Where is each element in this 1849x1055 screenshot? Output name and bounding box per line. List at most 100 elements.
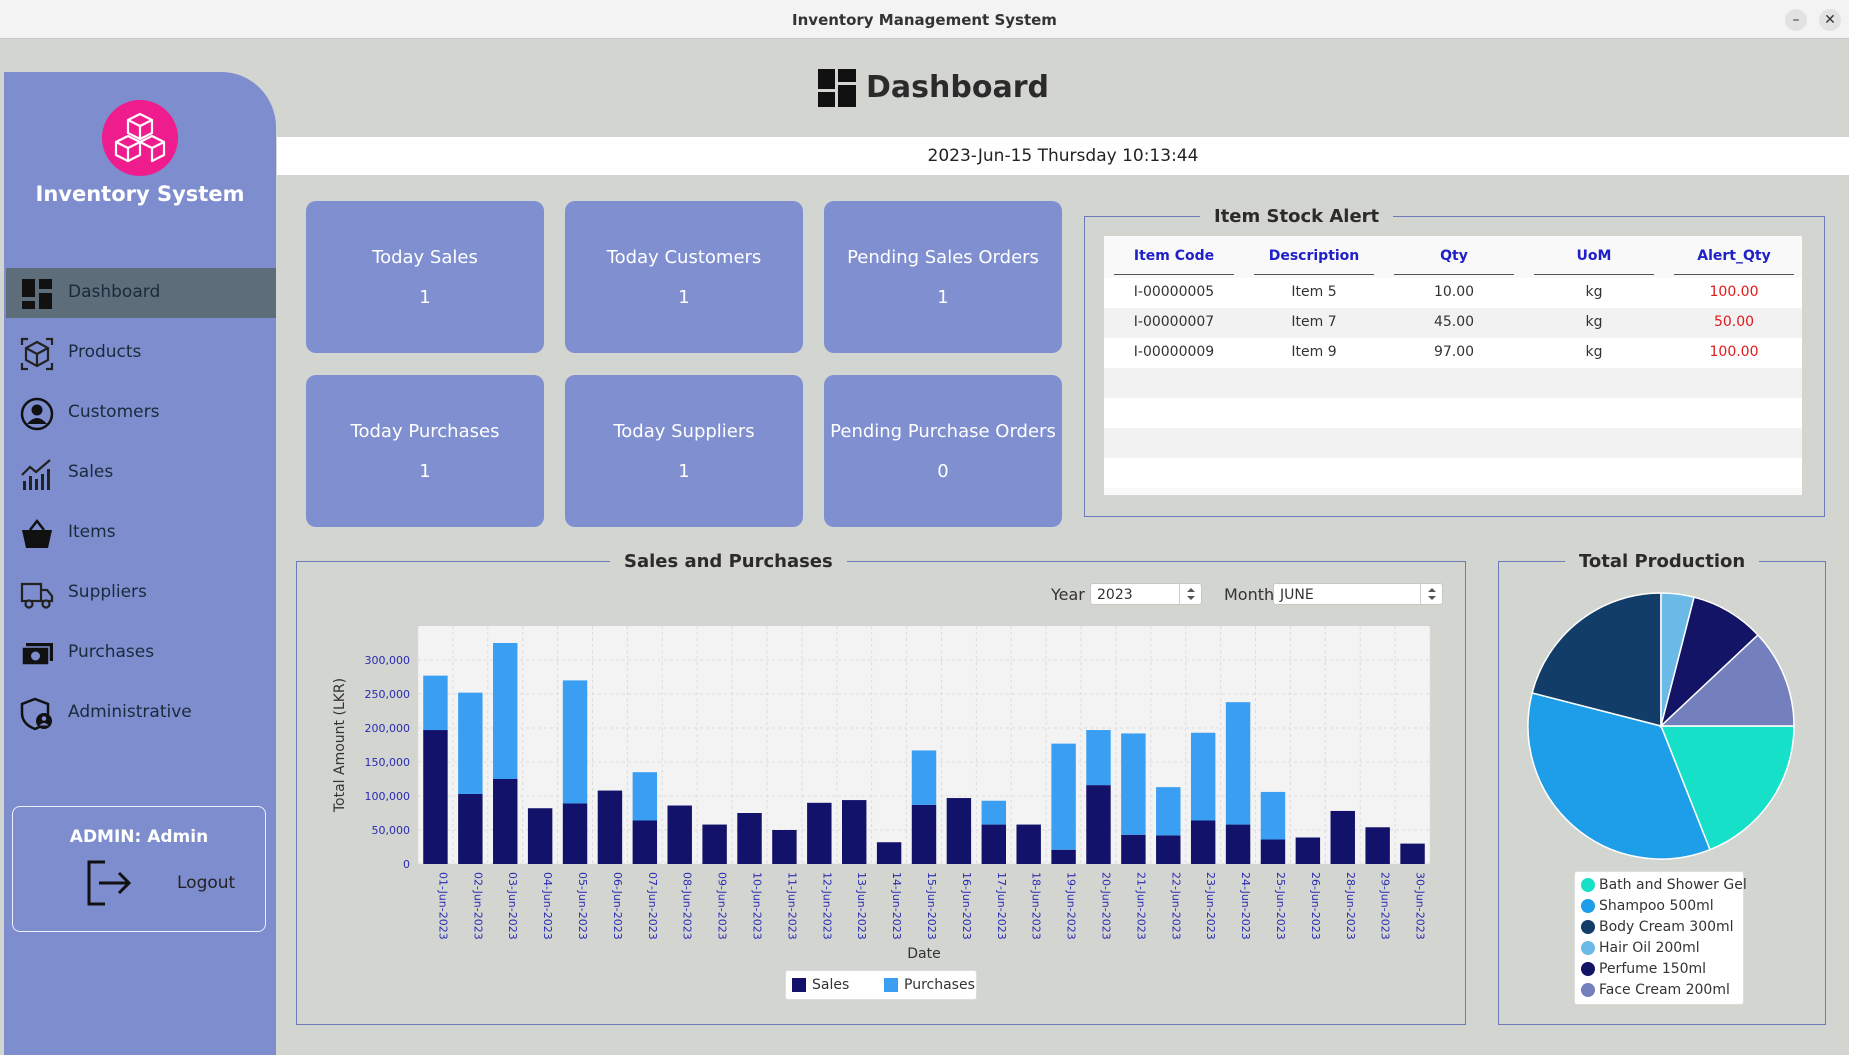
column-header-item-code[interactable]: Item Code [1114, 248, 1234, 275]
bar-purchases [1190, 732, 1216, 821]
sales-purchases-chart: 0 50,000 100,000 150,000 200,000 250,000 300,0… [332, 626, 1431, 962]
bar-sales [458, 793, 483, 864]
x-tick-label: 22-Jun-2023 [1169, 872, 1182, 940]
x-tick-label: 24-Jun-2023 [1239, 872, 1252, 940]
logout-icon[interactable] [85, 859, 133, 907]
column-header-alert-qty[interactable]: Alert_Qty [1674, 248, 1794, 275]
legend-dot [1581, 941, 1595, 955]
sidebar-item-items[interactable]: Items [6, 508, 276, 558]
month-spinner-arrows[interactable] [1420, 583, 1442, 605]
x-tick-label: 20-Jun-2023 [1099, 872, 1112, 940]
bar-purchases [1086, 730, 1111, 786]
cell-qty: 97.00 [1433, 344, 1475, 360]
x-tick-label: 03-Jun-2023 [506, 872, 519, 940]
sidebar-item-products[interactable]: Products [6, 328, 276, 378]
sidebar-item-suppliers[interactable]: Suppliers [6, 568, 276, 618]
year-label: Year [1051, 585, 1085, 604]
bar-sales [807, 802, 832, 864]
close-button[interactable]: ✕ [1819, 9, 1841, 31]
card-pending-sales-orders[interactable]: Pending Sales Orders 1 [824, 201, 1062, 353]
bar-sales [1190, 820, 1216, 864]
card-today-purchases[interactable]: Today Purchases 1 [306, 375, 544, 527]
user-circle-icon [20, 397, 54, 431]
card-pending-purchase-orders[interactable]: Pending Purchase Orders 0 [824, 375, 1062, 527]
minimize-button[interactable]: – [1785, 9, 1807, 31]
dashboard-icon [818, 69, 856, 107]
column-header-uom[interactable]: UoM [1534, 248, 1654, 275]
legend-dot [1581, 920, 1595, 934]
x-tick-label: 11-Jun-2023 [785, 872, 798, 940]
card-title: Today Customers [606, 247, 762, 268]
bar-sales [1365, 827, 1390, 864]
admin-user-label: ADMIN: Admin [69, 827, 209, 847]
shield-user-icon [20, 697, 52, 731]
x-tick-label: 08-Jun-2023 [681, 872, 694, 940]
y-tick-label: 100,000 [365, 790, 411, 803]
card-value: 1 [678, 287, 690, 308]
sidebar-item-sales[interactable]: Sales [6, 448, 276, 498]
cube-icon [20, 337, 54, 371]
pie-legend-label: Hair Oil 200ml [1599, 940, 1700, 956]
x-axis-label: Date [907, 946, 940, 962]
sidebar-item-administrative[interactable]: Administrative [6, 688, 276, 738]
sidebar-item-label: Sales [68, 462, 114, 482]
month-spinner-value[interactable]: JUNE [1273, 583, 1443, 605]
month-label: Month [1224, 585, 1275, 604]
x-tick-label: 23-Jun-2023 [1204, 872, 1217, 940]
table-row-empty [1104, 368, 1802, 398]
bar-sales [667, 805, 692, 864]
cell-alert-qty: 100.00 [1709, 344, 1759, 360]
card-today-sales[interactable]: Today Sales 1 [306, 201, 544, 353]
table-row-empty [1104, 428, 1802, 458]
x-tick-label: 26-Jun-2023 [1309, 872, 1322, 940]
bar-sales [1086, 785, 1111, 864]
table-row[interactable]: I-00000009 Item 9 97.00 kg 100.00 [1104, 338, 1802, 368]
legend-label-sales: Sales [812, 977, 850, 993]
x-tick-label: 29-Jun-2023 [1379, 872, 1392, 940]
table-row[interactable]: I-00000005 Item 5 10.00 kg 100.00 [1104, 278, 1802, 308]
card-title: Pending Sales Orders [847, 247, 1039, 268]
sidebar: Inventory System Dashboard Products Cust… [4, 72, 276, 1055]
card-today-customers[interactable]: Today Customers 1 [565, 201, 803, 353]
x-tick-label: 25-Jun-2023 [1274, 872, 1287, 940]
table-row[interactable]: I-00000007 Item 7 45.00 kg 50.00 [1104, 308, 1802, 338]
pie-legend-label: Bath and Shower Gel [1599, 877, 1747, 893]
column-header-description[interactable]: Description [1254, 248, 1374, 275]
sidebar-item-label: Administrative [68, 702, 192, 722]
bar-purchases [1156, 787, 1181, 836]
admin-panel: ADMIN: Admin Logout [12, 806, 266, 932]
bar-sales [1156, 835, 1181, 864]
sidebar-item-purchases[interactable]: Purchases [6, 628, 276, 678]
card-value: 1 [419, 287, 431, 308]
cell-description: Item 5 [1291, 284, 1337, 300]
pie-legend-label: Shampoo 500ml [1599, 898, 1714, 914]
bar-sales [981, 824, 1007, 864]
card-value: 1 [678, 461, 690, 482]
cell-description: Item 9 [1291, 344, 1337, 360]
money-icon [21, 643, 53, 666]
card-today-suppliers[interactable]: Today Suppliers 1 [565, 375, 803, 527]
column-header-qty[interactable]: Qty [1394, 248, 1514, 275]
total-production-title: Total Production [1565, 551, 1760, 572]
y-tick-label: 300,000 [365, 654, 411, 667]
card-value: 0 [937, 461, 949, 482]
sidebar-item-customers[interactable]: Customers [6, 388, 276, 438]
bar-sales [1400, 843, 1425, 864]
dashboard-icon [22, 279, 52, 309]
cell-qty: 45.00 [1433, 314, 1475, 330]
sidebar-item-dashboard[interactable]: Dashboard [6, 268, 276, 318]
cell-item-code: I-00000005 [1133, 284, 1215, 300]
year-spinner-arrows[interactable] [1179, 583, 1201, 605]
cell-item-code: I-00000007 [1133, 314, 1215, 330]
x-tick-label: 13-Jun-2023 [855, 872, 868, 940]
bar-sales [423, 730, 448, 864]
production-pie-chart [1527, 592, 1795, 860]
bar-purchases [1051, 743, 1076, 850]
bar-sales [946, 798, 972, 864]
sidebar-item-label: Items [68, 522, 116, 542]
cell-description: Item 7 [1291, 314, 1337, 330]
x-tick-label: 07-Jun-2023 [646, 872, 659, 940]
x-tick-label: 17-Jun-2023 [995, 872, 1008, 940]
x-tick-label: 01-Jun-2023 [436, 872, 449, 940]
logout-button[interactable]: Logout [177, 873, 235, 893]
